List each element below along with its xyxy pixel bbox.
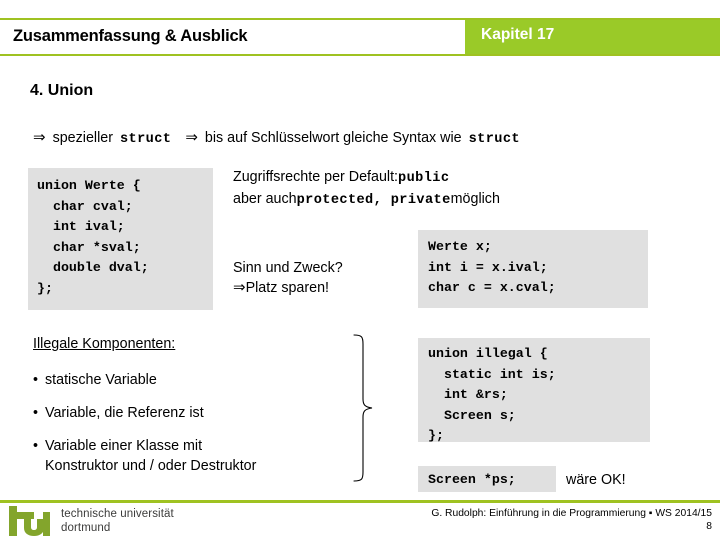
slide-header: Zusammenfassung & Ausblick Kapitel 17 [0, 18, 720, 56]
list-item-label: Variable einer Klasse mit [45, 438, 203, 454]
tu-dortmund-logo: technische universität dortmund [9, 506, 209, 538]
code-block-werte-usage: Werte x; int i = x.ival; char c = x.cval… [418, 230, 648, 308]
purpose-answer: ⇒Platz sparen! [233, 278, 343, 298]
tu-logo-icon [9, 506, 50, 536]
tu-logo-line-1: technische universität [61, 508, 174, 520]
statement-text-2: bis auf Schlüsselwort gleiche Syntax wie [204, 130, 462, 146]
list-item: • statische Variable [33, 370, 157, 390]
slide-canvas: Zusammenfassung & Ausblick Kapitel 17 4.… [0, 0, 720, 540]
access-rights-line-1: Zugriffsrechte per Default:public [233, 167, 500, 189]
list-item-label-continuation: Konstruktor und / oder Destruktor [45, 458, 257, 474]
page-number: 8 [706, 521, 712, 532]
page-title: Zusammenfassung & Ausblick [13, 27, 248, 45]
list-item-label: Variable, die Referenz ist [45, 405, 204, 421]
union-syntax-statement: ⇒ spezieller struct ⇒ bis auf Schlüsselwort … [33, 128, 520, 147]
list-item: • Variable einer Klasse mit Konstruktor u… [33, 436, 256, 476]
chapter-label: Kapitel 17 [481, 26, 555, 43]
statement-text-1: spezieller [52, 130, 113, 146]
ok-annotation: wäre OK! [566, 472, 626, 488]
access-rights-prefix: aber auch [233, 191, 297, 207]
access-rights-note: Zugriffsrechte per Default:public aber a… [233, 167, 500, 211]
statement-code-1: struct [119, 132, 172, 147]
purpose-note: Sinn und Zweck? ⇒Platz sparen! [233, 258, 343, 298]
access-rights-code-others: protected, private [296, 193, 451, 208]
section-heading: 4. Union [30, 82, 94, 99]
code-block-union-illegal: union illegal { static int is; int &rs; … [418, 338, 650, 443]
double-arrow-icon: ⇒ [33, 129, 46, 146]
list-item-label: statische Variable [45, 372, 157, 388]
footer-credit: G. Rudolph: Einführung in die Programmie… [431, 508, 712, 519]
code-block-screen-pointer: Screen *ps; [418, 466, 556, 492]
tu-logo-line-2: dortmund [61, 521, 111, 534]
bullet-icon: • [33, 438, 39, 454]
access-rights-line-2: aber auchprotected, privatemöglich [233, 189, 500, 211]
bullet-icon: • [33, 372, 39, 388]
access-rights-code-public: public [398, 171, 450, 186]
illegal-components-heading: Illegale Komponenten: [33, 336, 176, 352]
right-curly-brace-icon [353, 334, 373, 482]
bullet-icon: • [33, 405, 39, 421]
double-arrow-icon-2: ⇒ [185, 129, 198, 146]
list-item: • Variable, die Referenz ist [33, 403, 204, 423]
double-arrow-icon-3: ⇒ [233, 279, 246, 296]
purpose-answer-text: Platz sparen! [245, 280, 330, 296]
access-rights-suffix: möglich [450, 191, 500, 207]
tu-logo-wordmark: technische universität dortmund [61, 508, 174, 535]
access-rights-label: Zugriffsrechte per Default: [233, 169, 399, 185]
statement-code-2: struct [468, 132, 520, 147]
code-block-union-werte: union Werte { char cval; int ival; char … [28, 168, 213, 310]
chapter-band: Kapitel 17 [465, 20, 720, 54]
footer-divider [0, 500, 720, 503]
purpose-question: Sinn und Zweck? [233, 260, 343, 276]
